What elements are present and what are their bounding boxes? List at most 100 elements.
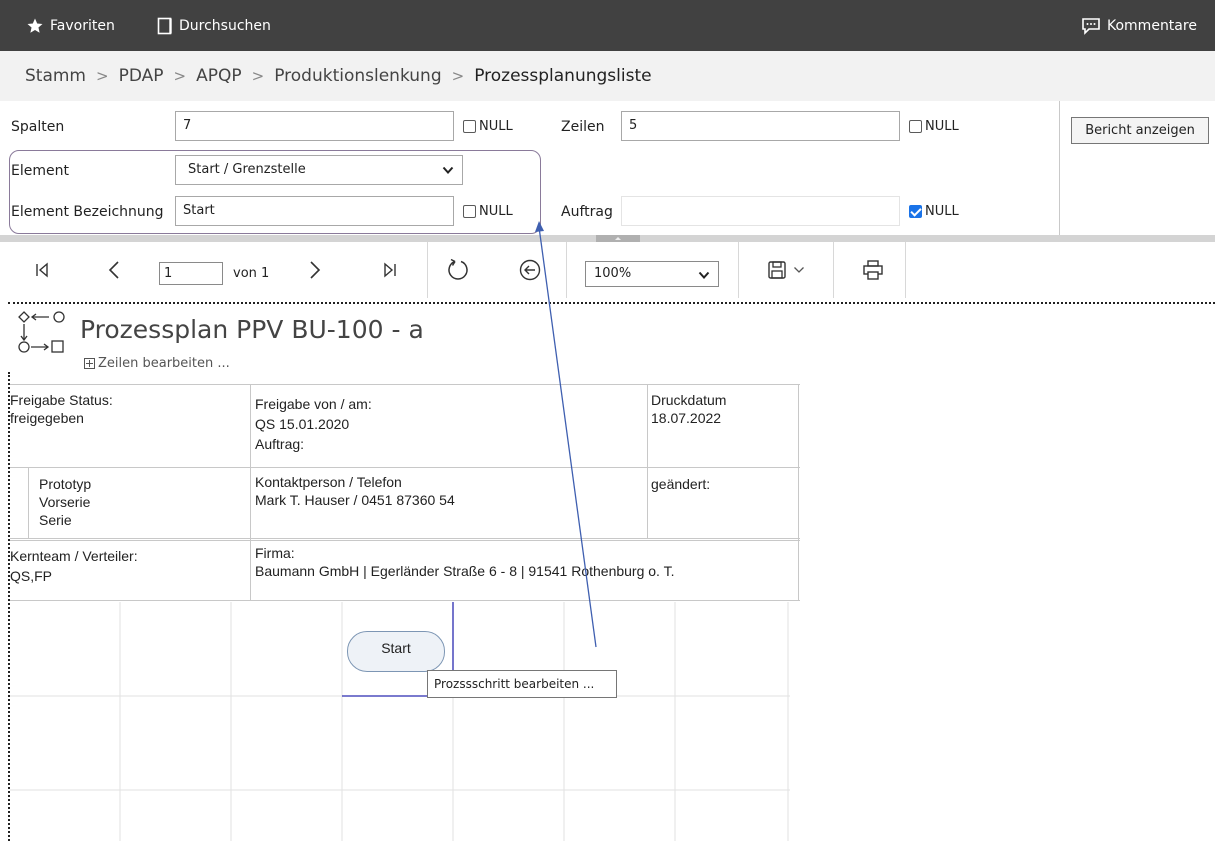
columns-input[interactable]: 7: [175, 111, 454, 141]
table-line: [10, 467, 800, 468]
back-arrow-circle-icon: [519, 259, 541, 281]
table-line: [647, 384, 648, 539]
columns-null-checkbox[interactable]: NULL: [463, 119, 513, 134]
toolbar-separator: [833, 242, 834, 298]
contact-label: Kontaktperson / Telefon: [255, 474, 402, 490]
refresh-icon: [448, 258, 468, 280]
favorites-label: Favoriten: [50, 17, 115, 34]
changed-label: geändert:: [651, 476, 711, 492]
contact-value: Mark T. Hauser / 0451 87360 54: [255, 492, 455, 508]
print-button[interactable]: [858, 242, 888, 298]
core-team-value: QS,FP: [10, 568, 53, 584]
breadcrumb-current: Prozessplanungsliste: [474, 66, 652, 86]
chevron-left-icon: [108, 261, 119, 279]
print-date-value: 18.07.2022: [651, 410, 722, 426]
comments-button[interactable]: Kommentare: [1081, 0, 1197, 51]
printer-icon: [863, 260, 883, 280]
print-date-label: Druckdatum: [651, 392, 727, 408]
checkbox-box-checked: [909, 205, 922, 218]
highlight-frame: [9, 150, 541, 234]
back-button[interactable]: [515, 242, 545, 298]
comment-icon: [1082, 17, 1100, 35]
breadcrumb-pdap[interactable]: PDAP: [119, 66, 164, 86]
breadcrumb-separator: >: [173, 67, 187, 85]
start-node[interactable]: Start: [347, 631, 445, 672]
breadcrumb-produktionslenkung[interactable]: Produktionslenkung: [274, 66, 441, 86]
top-bar: Favoriten Durchsuchen Kommentare: [0, 0, 1215, 51]
core-team-label: Kernteam / Verteiler:: [10, 548, 138, 564]
first-page-icon: [36, 262, 48, 278]
toolbar-separator: [427, 242, 428, 298]
process-plan-logo-icon: [18, 311, 65, 353]
rows-input[interactable]: 5: [621, 111, 900, 141]
toolbar-separator: [566, 242, 567, 298]
browse-button[interactable]: Durchsuchen: [157, 0, 271, 51]
refresh-button[interactable]: [440, 242, 476, 298]
expand-icon: [84, 358, 95, 369]
page-count-label: von 1: [233, 266, 270, 281]
star-icon: [27, 18, 43, 33]
release-by-value: QS 15.01.2020: [255, 416, 350, 432]
toolbar-separator: [905, 242, 906, 298]
export-button[interactable]: [759, 242, 813, 298]
company-value: Baumann GmbH | Egerländer Straße 6 - 8 |…: [255, 563, 675, 579]
previous-page-button[interactable]: [100, 242, 128, 298]
table-line: [28, 467, 29, 538]
page-number-input[interactable]: 1: [159, 262, 223, 285]
table-line: [798, 384, 799, 600]
breadcrumb-separator: >: [96, 67, 109, 85]
phase-series: Serie: [39, 512, 72, 528]
breadcrumb-apqp[interactable]: APQP: [196, 66, 242, 86]
table-line: [250, 384, 251, 600]
toolbar-separator: [738, 242, 739, 298]
last-page-button[interactable]: [376, 242, 404, 298]
first-page-button[interactable]: [28, 242, 56, 298]
breadcrumb: Stamm > PDAP > APQP > Produktionslenkung…: [0, 51, 1215, 101]
zoom-select[interactable]: 100%: [585, 261, 719, 287]
release-status-value: freigegeben: [10, 410, 84, 426]
favorites-button[interactable]: Favoriten: [26, 0, 115, 51]
checkbox-box: [463, 120, 476, 133]
collapse-parameters-handle[interactable]: [596, 235, 640, 242]
divider: [1059, 101, 1060, 235]
order-input[interactable]: [621, 196, 900, 226]
release-status-label: Freigabe Status:: [10, 392, 113, 408]
null-label: NULL: [925, 204, 959, 219]
save-icon: [768, 261, 786, 279]
report-title: Prozessplan PPV BU-100 - a: [80, 315, 424, 344]
start-node-label: Start: [381, 639, 411, 656]
rows-null-checkbox[interactable]: NULL: [909, 119, 959, 134]
chevron-right-icon: [310, 261, 321, 279]
table-line: [10, 538, 800, 539]
release-by-label: Freigabe von / am:: [255, 396, 372, 412]
browse-label: Durchsuchen: [179, 17, 271, 34]
comments-label: Kommentare: [1107, 17, 1197, 34]
zoom-value: 100%: [594, 266, 632, 281]
next-page-button[interactable]: [301, 242, 329, 298]
null-label: NULL: [479, 119, 513, 134]
show-report-button[interactable]: Bericht anzeigen: [1071, 117, 1209, 144]
null-label: NULL: [925, 119, 959, 134]
breadcrumb-separator: >: [451, 67, 465, 85]
table-line: [10, 600, 800, 601]
chevron-down-icon: [698, 271, 710, 279]
table-line: [10, 540, 800, 541]
document-icon: [157, 17, 172, 34]
company-label: Firma:: [255, 545, 295, 561]
order-field-label: Auftrag:: [255, 436, 305, 452]
report-boundary: [8, 302, 1215, 304]
chevron-down-icon: [794, 267, 804, 273]
last-page-icon: [384, 262, 396, 278]
order-label: Auftrag: [561, 204, 613, 220]
breadcrumb-separator: >: [251, 67, 265, 85]
order-null-checkbox[interactable]: NULL: [909, 204, 959, 219]
edit-rows-label: Zeilen bearbeiten ...: [98, 356, 230, 371]
columns-label: Spalten: [11, 119, 65, 135]
tooltip: Prozssschritt bearbeiten ...: [427, 670, 617, 698]
checkbox-box: [909, 120, 922, 133]
table-line: [10, 384, 800, 385]
phase-preseries: Vorserie: [39, 494, 91, 510]
edit-rows-link[interactable]: Zeilen bearbeiten ...: [84, 356, 230, 371]
breadcrumb-stamm[interactable]: Stamm: [25, 66, 86, 86]
rows-label: Zeilen: [561, 119, 605, 135]
